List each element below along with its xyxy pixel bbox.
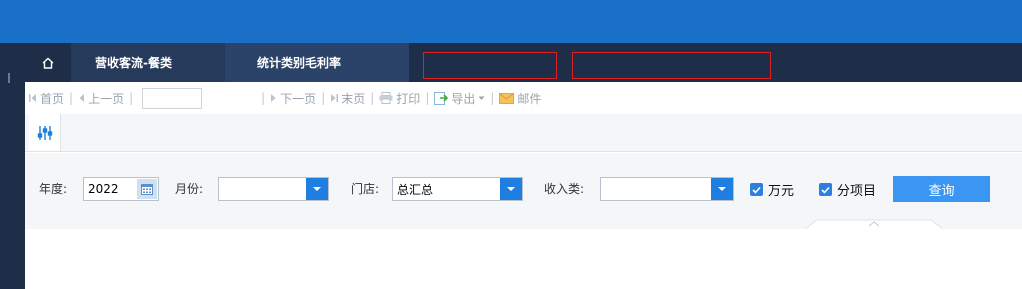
next-page-icon bbox=[271, 94, 276, 102]
filter-settings-icon bbox=[37, 125, 52, 140]
dropdown-icon bbox=[718, 187, 726, 191]
prev-page-label: 上一页 bbox=[88, 91, 125, 106]
app-header-bar bbox=[0, 0, 1022, 43]
income-type-select[interactable] bbox=[600, 177, 734, 201]
tab-bar: 营收客流-餐类 统计类别毛利率 bbox=[25, 43, 1022, 82]
toolbar-divider: | bbox=[69, 91, 74, 105]
wan-yuan-label: 万元 bbox=[768, 184, 795, 199]
left-sidebar bbox=[0, 43, 25, 289]
toolbar-divider: | bbox=[129, 91, 134, 105]
toolbar-divider: | bbox=[370, 91, 375, 105]
report-toolbar: 首页 | 上一页 | | 下一页 | 末页 | 打印 | 导出 | 邮件 bbox=[25, 82, 1022, 114]
month-label: 月份: bbox=[175, 182, 204, 196]
collapse-handle[interactable] bbox=[805, 219, 943, 229]
wan-yuan-checkbox[interactable]: 万元 bbox=[750, 180, 794, 199]
export-button[interactable]: 导出 bbox=[434, 90, 485, 107]
print-button[interactable]: 打印 bbox=[379, 90, 420, 107]
mail-icon bbox=[499, 92, 515, 104]
calendar-button[interactable] bbox=[137, 179, 157, 199]
home-icon bbox=[42, 57, 54, 69]
month-dropdown-button[interactable] bbox=[306, 178, 328, 200]
report-content-area bbox=[25, 229, 1022, 289]
annotation-box bbox=[572, 52, 771, 79]
year-field[interactable]: 2022 bbox=[83, 177, 159, 201]
tab-label: 统计类别毛利率 bbox=[257, 56, 342, 70]
by-item-label: 分项目 bbox=[837, 184, 877, 199]
mail-button[interactable]: 邮件 bbox=[499, 90, 541, 107]
last-page-label: 末页 bbox=[341, 91, 366, 106]
toolbar-divider: | bbox=[321, 91, 326, 105]
filter-panel-tab bbox=[25, 114, 1022, 152]
print-icon bbox=[379, 92, 393, 104]
prev-page-icon bbox=[79, 94, 85, 102]
tab-revenue-traffic[interactable]: 营收客流-餐类 bbox=[71, 43, 225, 82]
toolbar-divider: | bbox=[425, 91, 430, 105]
first-page-icon bbox=[29, 94, 36, 102]
sidebar-marker bbox=[8, 73, 10, 83]
next-page-label: 下一页 bbox=[280, 91, 317, 106]
mail-label: 邮件 bbox=[517, 91, 542, 106]
toolbar-divider: | bbox=[490, 91, 495, 105]
calendar-icon bbox=[141, 184, 153, 195]
annotation-box bbox=[423, 52, 557, 79]
income-type-dropdown-button[interactable] bbox=[711, 178, 733, 200]
store-value: 总汇总 bbox=[397, 182, 434, 197]
next-page-button[interactable]: 下一页 bbox=[270, 90, 316, 107]
export-icon bbox=[434, 92, 449, 105]
by-item-checkbox[interactable]: 分项目 bbox=[819, 180, 876, 199]
checkbox-icon bbox=[819, 183, 832, 196]
checkbox-icon bbox=[750, 183, 763, 196]
store-label: 门店: bbox=[351, 182, 380, 196]
tab-category-margin[interactable]: 统计类别毛利率 bbox=[225, 43, 409, 82]
first-page-label: 首页 bbox=[40, 91, 65, 106]
prev-page-button[interactable]: 上一页 bbox=[78, 90, 124, 107]
chevron-down-icon bbox=[478, 96, 485, 100]
page-number-input[interactable] bbox=[142, 87, 203, 109]
last-page-icon bbox=[331, 94, 339, 102]
filter-settings-button[interactable] bbox=[29, 114, 61, 151]
last-page-button[interactable]: 末页 bbox=[330, 90, 365, 107]
tab-home[interactable] bbox=[25, 43, 71, 82]
toolbar-divider: | bbox=[261, 91, 266, 105]
filter-form: 年度: 2022 月份: 门店: 总汇总 收入类: 万元 分项目 查询 bbox=[25, 153, 1022, 229]
first-page-button[interactable]: 首页 bbox=[29, 90, 64, 107]
print-label: 打印 bbox=[396, 91, 421, 106]
store-select[interactable]: 总汇总 bbox=[392, 177, 523, 201]
income-type-label: 收入类: bbox=[544, 182, 585, 196]
export-label: 导出 bbox=[451, 91, 476, 106]
year-value: 2022 bbox=[88, 182, 119, 196]
query-button[interactable]: 查询 bbox=[893, 176, 990, 202]
month-select[interactable] bbox=[218, 177, 329, 201]
tab-label: 营收客流-餐类 bbox=[95, 56, 172, 70]
dropdown-icon bbox=[507, 187, 515, 191]
dropdown-icon bbox=[313, 187, 321, 191]
year-label: 年度: bbox=[39, 182, 68, 196]
store-dropdown-button[interactable] bbox=[500, 178, 522, 200]
